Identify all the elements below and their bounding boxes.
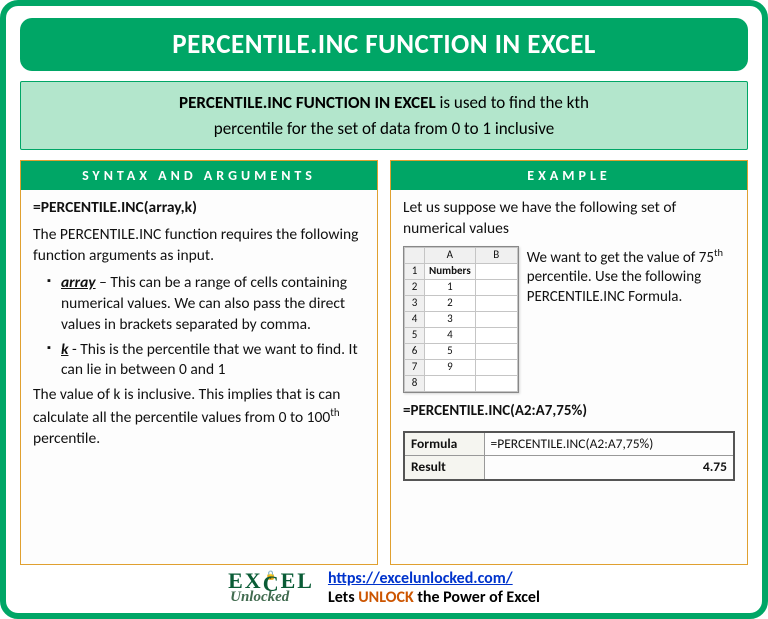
example-intro: Let us suppose we have the following set… (403, 198, 735, 240)
cell-a5: 4 (425, 327, 476, 343)
tagline-unlock: UNLOCK (358, 588, 414, 607)
arg-array-name: array (61, 273, 96, 292)
cell-header: Numbers (425, 263, 476, 279)
argument-list: array – This can be a range of cells con… (33, 273, 365, 382)
cell-a4: 3 (425, 311, 476, 327)
result-label: Result (404, 456, 484, 480)
footer-text: https://excelunlocked.com/ Lets UNLOCK t… (328, 569, 540, 607)
syntax-header: SYNTAX AND ARGUMENTS (21, 161, 377, 190)
arg-array: array – This can be a range of cells con… (47, 273, 365, 336)
example-desc-b: percentile. Use the following PERCENTILE… (527, 268, 701, 306)
cell-a6: 5 (425, 343, 476, 359)
cell-a7: 9 (425, 359, 476, 375)
cell-a2: 1 (425, 279, 476, 295)
syntax-intro: The PERCENTILE.INC function requires the… (33, 225, 365, 267)
syntax-body: =PERCENTILE.INC(array,k) The PERCENTILE.… (21, 190, 377, 464)
syntax-note-b: percentile. (33, 429, 100, 448)
data-table: AB 1Numbers 21 32 43 54 65 79 8 (403, 246, 519, 393)
col-a: A (425, 247, 476, 263)
example-formula: =PERCENTILE.INC(A2:A7,75%) (403, 401, 735, 421)
tagline-c: the Power of Excel (414, 588, 540, 607)
example-desc: We want to get the value of 75th percent… (527, 246, 735, 393)
arg-k: k - This is the percentile that we want … (47, 340, 365, 382)
arg-k-desc: This is the percentile that we want to f… (61, 340, 358, 380)
logo-part2: Unlocked (230, 591, 289, 605)
footer: EX🔒CEL Unlocked https://excelunlocked.co… (20, 565, 748, 607)
site-link[interactable]: https://excelunlocked.com/ (328, 569, 513, 588)
result-table: Formula=PERCENTILE.INC(A2:A7,75%) Result… (403, 431, 735, 480)
tagline-a: Lets (328, 588, 358, 607)
example-row: AB 1Numbers 21 32 43 54 65 79 8 We want … (403, 246, 735, 393)
summary-text-1: is used to find the kth (436, 92, 589, 113)
example-desc-a: We want to get the value of 75 (527, 249, 714, 267)
syntax-note: The value of k is inclusive. This implie… (33, 385, 365, 450)
result-formula-label: Formula (404, 432, 484, 456)
summary-bold: PERCENTILE.INC FUNCTION IN EXCEL (179, 92, 436, 113)
arg-k-sep: - (68, 340, 80, 359)
page-title: PERCENTILE.INC FUNCTION IN EXCEL (20, 18, 748, 71)
syntax-panel: SYNTAX AND ARGUMENTS =PERCENTILE.INC(arr… (20, 160, 378, 565)
summary: PERCENTILE.INC FUNCTION IN EXCEL is used… (20, 81, 748, 150)
result-formula-val: =PERCENTILE.INC(A2:A7,75%) (484, 432, 734, 456)
col-b: B (475, 247, 517, 263)
syntax-note-a: The value of k is inclusive. This implie… (33, 385, 340, 427)
syntax-formula: =PERCENTILE.INC(array,k) (33, 198, 365, 219)
logo: EX🔒CEL Unlocked (228, 571, 314, 604)
summary-text-2: percentile for the set of data from 0 to… (214, 118, 554, 139)
example-panel: EXAMPLE Let us suppose we have the follo… (390, 160, 748, 565)
example-header: EXAMPLE (391, 161, 747, 190)
arg-array-sep: – (96, 273, 111, 292)
cell-a3: 2 (425, 295, 476, 311)
result-val: 4.75 (484, 456, 734, 480)
example-body: Let us suppose we have the following set… (391, 190, 747, 489)
content-columns: SYNTAX AND ARGUMENTS =PERCENTILE.INC(arr… (20, 160, 748, 565)
